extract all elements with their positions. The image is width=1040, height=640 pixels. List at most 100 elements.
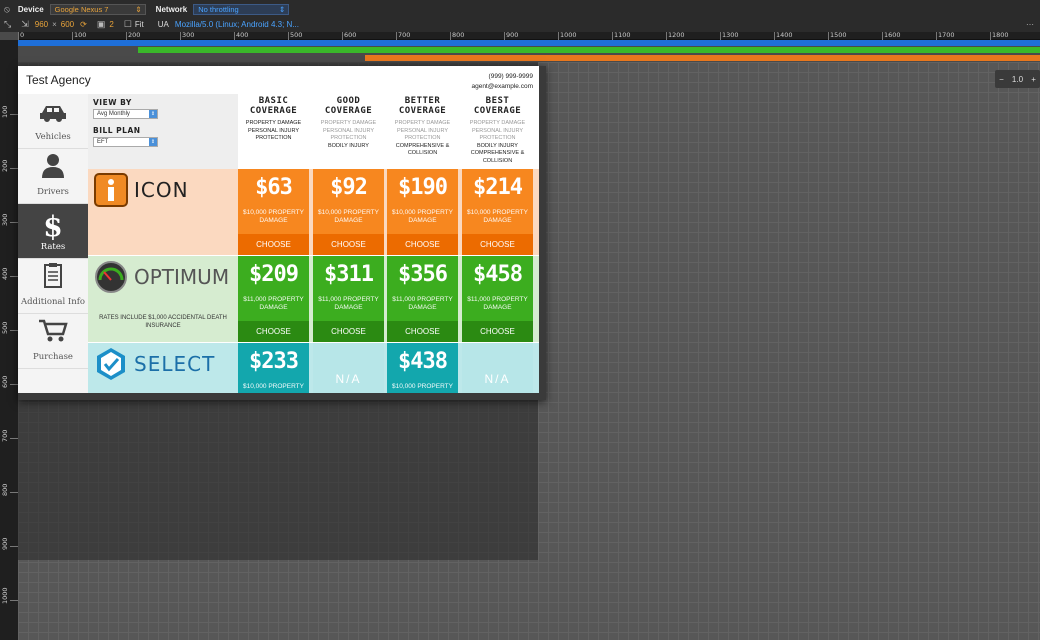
carrier-note: RATES INCLUDE $1,000 ACCIDENTAL DEATH IN…: [99, 315, 227, 329]
ruler-tick: [10, 276, 18, 277]
choose-button[interactable]: CHOOSE: [238, 321, 309, 342]
nav-label-rates: Rates: [40, 242, 66, 252]
price-value: $311: [324, 262, 374, 287]
ruler-tick: [72, 32, 73, 40]
choose-button[interactable]: CHOOSE: [238, 234, 309, 255]
zoom-control: − 1.0 +: [995, 70, 1040, 88]
price-cell: $209 $11,000 PROPERTY DAMAGE CHOOSE: [238, 256, 309, 342]
coverage-title: COVERAGE: [249, 106, 298, 116]
select-arrow-icon: ⇕: [278, 4, 286, 14]
chevron-down-icon: ⇕: [149, 138, 157, 146]
price-detail: $10,000 PROPERTY: [243, 383, 304, 390]
bill-plan-label: BILL PLAN: [93, 126, 141, 135]
price-detail: $10,000 PROPERTY: [392, 383, 453, 390]
coverage-header: BETTER COVERAGE PROPERTY DAMAGE PERSONAL IN…: [387, 94, 458, 169]
coverage-feature: PERSONAL INJURY: [322, 127, 375, 134]
price-value: $438: [398, 349, 448, 374]
contact-info: (999) 999-9999 agent@example.com: [471, 72, 533, 92]
choose-button[interactable]: CHOOSE: [462, 234, 533, 255]
bill-plan-value: EFT: [97, 139, 109, 145]
price-cell: $190 $10,000 PROPERTY DAMAGE CHOOSE: [387, 169, 458, 255]
times-sign: ×: [52, 19, 57, 29]
ruler-label: 600: [1, 375, 9, 388]
price-value: $233: [249, 349, 299, 374]
price-cell-na: N/A: [313, 343, 384, 393]
coverage-feature: PROTECTION: [479, 135, 516, 141]
more-icon[interactable]: ⋯: [1026, 20, 1034, 29]
price-cell[interactable]: $233 $10,000 PROPERTY: [238, 343, 309, 393]
device-select-value: Google Nexus 7: [54, 4, 109, 14]
nav-label-purchase: Purchase: [33, 352, 73, 362]
zoom-out-button[interactable]: −: [999, 75, 1004, 84]
price-cell[interactable]: $438 $10,000 PROPERTY: [387, 343, 458, 393]
ruler-label: 800: [1, 483, 9, 496]
coverage-feature: PROPERTY DAMAGE: [394, 120, 451, 126]
device-mode-icon[interactable]: ⤡: [4, 19, 11, 30]
price-detail: $10,000 PROPERTY: [467, 209, 528, 216]
ruler-label: 300: [182, 31, 195, 39]
ruler-label: 1100: [614, 31, 631, 39]
ruler-label: 1700: [938, 31, 955, 39]
ruler-label: 700: [398, 31, 411, 39]
ruler-label: 700: [1, 429, 9, 442]
network-select[interactable]: No throttling ⇕: [193, 3, 290, 15]
coverage-feature: PROPERTY DAMAGE: [245, 120, 302, 126]
ruler-label: 200: [128, 31, 141, 39]
ruler-label: 500: [290, 31, 303, 39]
swap-icon[interactable]: ⟳: [80, 20, 87, 29]
coverage-title: COVERAGE: [324, 106, 373, 116]
coverage-header: BEST COVERAGE PROPERTY DAMAGE PERSONAL INJU…: [462, 94, 533, 169]
carrier-logo: SELECT: [94, 347, 215, 381]
ruler-tick: [720, 32, 721, 40]
choose-button[interactable]: CHOOSE: [313, 234, 384, 255]
ruler-label: 900: [1, 537, 9, 550]
choose-button[interactable]: CHOOSE: [462, 321, 533, 342]
nav-item-vehicles[interactable]: Vehicles: [18, 94, 88, 149]
no-entry-icon[interactable]: ⦸: [4, 4, 10, 15]
nav-item-rates[interactable]: $ Rates: [18, 204, 88, 259]
choose-button[interactable]: CHOOSE: [387, 234, 458, 255]
media-query-bar-orange[interactable]: [365, 55, 1040, 61]
ua-input[interactable]: Mozilla/5.0 (Linux; Android 4.3; N...: [175, 20, 299, 29]
phone-number[interactable]: (999) 999-9999: [471, 72, 533, 82]
ruler-label: 600: [344, 31, 357, 39]
fit-checkbox[interactable]: ☐: [124, 19, 132, 30]
ruler-label: 1200: [668, 31, 685, 39]
na-label: N/A: [335, 372, 362, 386]
ruler-tick: [10, 114, 18, 115]
view-by-select[interactable]: Avg Monthly ⇕: [93, 109, 158, 119]
width-input[interactable]: 960: [35, 20, 48, 29]
price-detail: DAMAGE: [483, 304, 512, 311]
media-query-bar-green[interactable]: [138, 47, 1040, 53]
nav-item-additional-info[interactable]: Additional Info: [18, 259, 88, 314]
price-detail: DAMAGE: [408, 304, 437, 311]
ruler-tick: [342, 32, 343, 40]
icon-logo-icon: [94, 173, 128, 207]
ruler-tick: [180, 32, 181, 40]
nav-item-drivers[interactable]: Drivers: [18, 149, 88, 204]
ruler-tick: [774, 32, 775, 40]
carrier-name: SELECT: [134, 352, 216, 376]
coverage-header: BASIC COVERAGE PROPERTY DAMAGE PERSONAL INJ…: [238, 94, 309, 169]
view-by-label: VIEW BY: [93, 98, 132, 107]
gauge-logo-icon: [95, 261, 127, 293]
nav-item-purchase[interactable]: Purchase: [18, 314, 88, 369]
ruler-label: 1800: [992, 31, 1009, 39]
email-address[interactable]: agent@example.com: [471, 82, 533, 92]
choose-button[interactable]: CHOOSE: [313, 321, 384, 342]
device-select[interactable]: Google Nexus 7 ⇕: [49, 3, 146, 15]
ruler-tick: [234, 32, 235, 40]
coverage-title: BASIC: [258, 96, 289, 106]
media-query-bar-blue[interactable]: [18, 40, 1040, 46]
choose-button[interactable]: CHOOSE: [387, 321, 458, 342]
bill-plan-select[interactable]: EFT ⇕: [93, 137, 158, 147]
nav-label-additional-info: Additional Info: [20, 297, 86, 307]
dpr-input[interactable]: 2: [109, 20, 113, 29]
zoom-in-button[interactable]: +: [1031, 75, 1036, 84]
price-detail: $10,000 PROPERTY: [392, 209, 453, 216]
app-header: Test Agency (999) 999-9999 agent@example…: [18, 66, 539, 94]
chevron-down-icon: ⇕: [149, 110, 157, 118]
dimensions-row: ⤡ ⇲ 960 × 600 ⟳ ▣ 2 ☐ Fit UA Mozilla/5.0…: [4, 17, 299, 31]
coverage-feature: PERSONAL INJURY: [471, 127, 524, 134]
height-input[interactable]: 600: [61, 20, 74, 29]
